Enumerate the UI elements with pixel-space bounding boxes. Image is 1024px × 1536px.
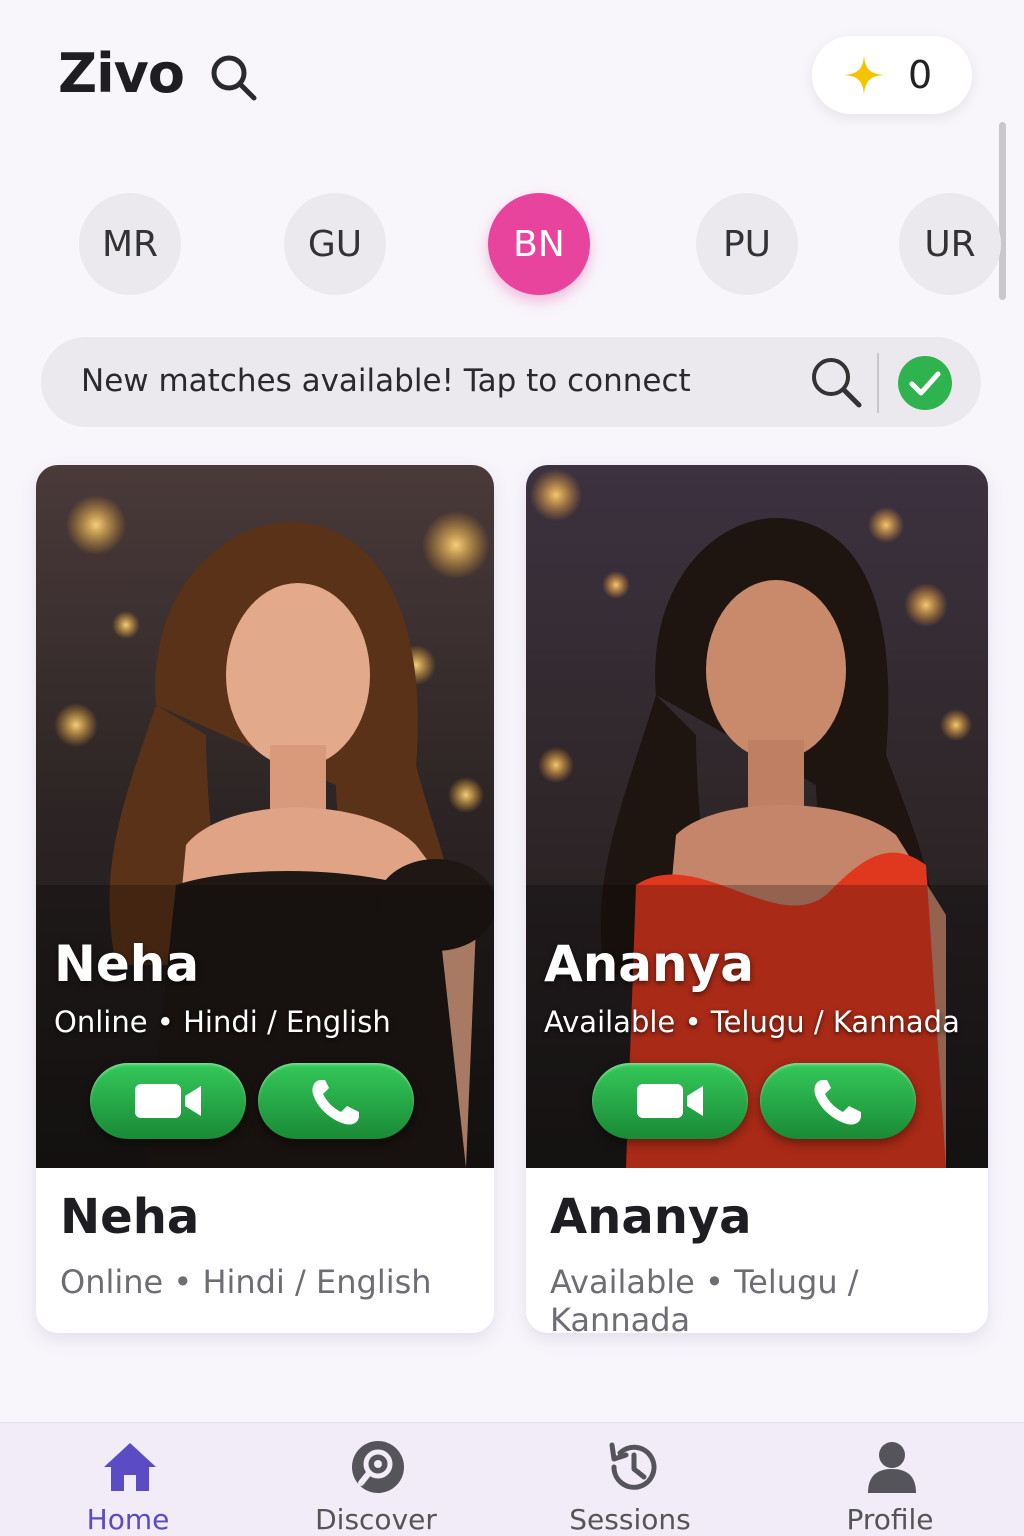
profile-meta: Available • Telugu / Kannada bbox=[550, 1263, 859, 1333]
profile-name: Neha bbox=[60, 1189, 200, 1245]
profile-name: Ananya bbox=[550, 1189, 752, 1245]
search-icon[interactable] bbox=[206, 50, 262, 106]
nav-home[interactable]: Home bbox=[38, 1423, 218, 1536]
search-icon[interactable] bbox=[807, 353, 865, 411]
profile-icon bbox=[868, 1442, 916, 1493]
nav-label: Sessions bbox=[569, 1503, 691, 1536]
divider bbox=[877, 353, 879, 413]
matches-notice-bar[interactable]: New matches available! Tap to connect bbox=[41, 337, 981, 427]
nav-sessions[interactable]: Sessions bbox=[540, 1423, 720, 1536]
nav-label: Discover bbox=[315, 1503, 437, 1536]
language-chip-bn[interactable]: BN bbox=[488, 193, 590, 295]
app-title: Zivo bbox=[58, 42, 185, 105]
bottom-navigation: Home Discover Sessions Profile bbox=[0, 1422, 1024, 1536]
history-icon bbox=[609, 1442, 657, 1490]
video-call-button[interactable] bbox=[90, 1063, 246, 1139]
video-call-button[interactable] bbox=[592, 1063, 748, 1139]
profile-photo[interactable]: Ananya Available • Telugu / Kannada bbox=[526, 465, 988, 1168]
sparkle-icon bbox=[844, 55, 884, 95]
phone-icon bbox=[312, 1080, 359, 1125]
coin-balance-button[interactable]: 0 bbox=[812, 36, 972, 114]
nav-label: Home bbox=[86, 1503, 170, 1536]
photo-profile-meta: Available • Telugu / Kannada bbox=[544, 1005, 960, 1039]
photo-profile-name: Ananya bbox=[544, 935, 754, 993]
photo-profile-meta: Online • Hindi / English bbox=[54, 1005, 391, 1039]
voice-call-button[interactable] bbox=[258, 1063, 414, 1139]
language-chip-gu[interactable]: GU bbox=[284, 193, 386, 295]
language-filter-row: MR GU BN PU UR bbox=[0, 193, 1024, 295]
video-camera-icon bbox=[135, 1084, 201, 1118]
home-icon bbox=[104, 1443, 156, 1491]
phone-icon bbox=[814, 1080, 861, 1125]
profile-card[interactable]: Ananya Available • Telugu / Kannada Anan… bbox=[526, 465, 988, 1333]
app-header: Zivo 0 bbox=[0, 0, 1024, 150]
notice-text: New matches available! Tap to connect bbox=[81, 363, 691, 399]
language-chip-mr[interactable]: MR bbox=[79, 193, 181, 295]
profile-meta: Online • Hindi / English bbox=[60, 1263, 432, 1301]
check-circle-icon[interactable] bbox=[897, 355, 953, 411]
video-camera-icon bbox=[637, 1084, 703, 1118]
language-chip-ur[interactable]: UR bbox=[899, 193, 1001, 295]
voice-call-button[interactable] bbox=[760, 1063, 916, 1139]
profile-photo[interactable]: Neha Online • Hindi / English bbox=[36, 465, 494, 1168]
profile-card[interactable]: Neha Online • Hindi / English Neha Onlin… bbox=[36, 465, 494, 1333]
nav-profile[interactable]: Profile bbox=[800, 1423, 980, 1536]
coin-count: 0 bbox=[908, 53, 933, 97]
profile-photo-image bbox=[36, 465, 494, 1168]
discover-icon bbox=[352, 1441, 404, 1493]
profile-photo-image bbox=[526, 465, 988, 1168]
photo-profile-name: Neha bbox=[54, 935, 200, 993]
nav-discover[interactable]: Discover bbox=[286, 1423, 466, 1536]
nav-label: Profile bbox=[846, 1503, 934, 1536]
language-chip-pu[interactable]: PU bbox=[696, 193, 798, 295]
